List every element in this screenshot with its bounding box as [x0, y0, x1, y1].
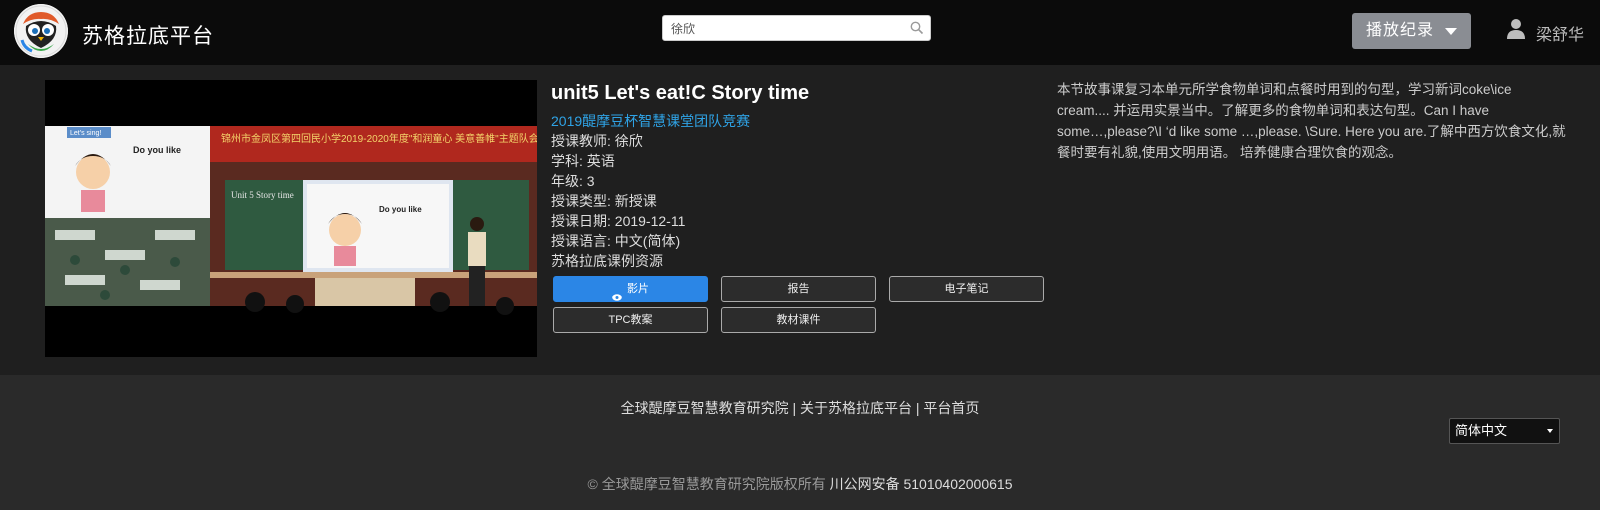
brand-title[interactable]: 苏格拉底平台	[82, 20, 214, 50]
language-select[interactable]: 简体中文	[1449, 418, 1560, 444]
search-icon[interactable]	[910, 21, 924, 35]
language-select-value: 简体中文	[1455, 423, 1508, 438]
footer-link-home[interactable]: 平台首页	[923, 400, 979, 416]
user-icon	[1506, 18, 1526, 40]
video-player[interactable]: Let's sing! Do you like 锦州市金凤区第四回民小学2019…	[45, 80, 537, 357]
meta-lesson-type: 授课类型: 新授课	[551, 193, 657, 209]
slide-tag: Let's sing!	[70, 130, 101, 137]
e-notes-button[interactable]: 电子笔记	[889, 276, 1044, 302]
eye-icon	[612, 286, 622, 301]
meta-resource: 苏格拉底课例资源	[551, 253, 663, 269]
caret-down-icon	[1445, 28, 1457, 35]
meta-grade: 年级: 3	[551, 173, 595, 189]
svg-text:Do you like: Do you like	[379, 205, 422, 214]
film-button-label: 影片	[627, 283, 649, 295]
courseware-button[interactable]: 教材课件	[721, 307, 876, 333]
meta-subject: 学科: 英语	[551, 153, 615, 169]
play-record-button[interactable]: 播放纪录	[1352, 13, 1471, 49]
user-name[interactable]: 梁舒华	[1536, 21, 1584, 45]
board-text: Unit 5 Story time	[231, 190, 294, 200]
top-navbar: 苏格拉底平台 播放纪录 梁舒华	[0, 0, 1600, 65]
courseware-button-label: 教材课件	[776, 314, 821, 326]
search-box[interactable]	[662, 15, 931, 41]
footer-links: 全球醍摩豆智慧教育研究院 | 关于苏格拉底平台 | 平台首页	[0, 398, 1600, 418]
event-link[interactable]: 2019醍摩豆杯智慧课堂团队竞赛	[551, 111, 750, 131]
meta-language: 授课语言: 中文(简体)	[551, 233, 681, 249]
meta-teacher: 授课教师: 徐欣	[551, 133, 643, 149]
film-button[interactable]: 影片	[553, 276, 708, 302]
lesson-description: 本节故事课复习本单元所学食物单词和点餐时用到的句型，学习新词coke\ice c…	[1057, 82, 1566, 160]
tpc-plan-button-label: TPC教案	[608, 314, 653, 326]
lesson-title: unit5 Let's eat!C Story time	[551, 82, 810, 104]
e-notes-button-label: 电子笔记	[944, 283, 989, 295]
icp-record-link[interactable]: 川公网安备 51010402000615	[830, 476, 1013, 492]
video-banner-text: 锦州市金凤区第四回民小学2019-2020年度"和润童心 美意善帷"主题队会	[221, 132, 537, 145]
footer-separator: |	[792, 400, 797, 416]
report-button[interactable]: 报告	[721, 276, 876, 302]
owl-logo-icon[interactable]	[14, 4, 68, 58]
footer-link-about[interactable]: 关于苏格拉底平台	[800, 400, 912, 416]
play-record-label: 播放纪录	[1366, 22, 1435, 39]
tpc-plan-button[interactable]: TPC教案	[553, 307, 708, 333]
footer-link-institute[interactable]: 全球醍摩豆智慧教育研究院	[621, 400, 789, 416]
footer-separator: |	[915, 400, 920, 416]
report-button-label: 报告	[787, 283, 810, 295]
caret-down-icon	[1547, 429, 1553, 433]
copyright-text: © 全球醍摩豆智慧教育研究院版权所有	[587, 476, 826, 492]
video-frame-thumbnail: Let's sing! Do you like 锦州市金凤区第四回民小学2019…	[45, 80, 537, 357]
search-input[interactable]	[669, 20, 903, 38]
slide-text: Do you like	[133, 145, 181, 155]
copyright-line: © 全球醍摩豆智慧教育研究院版权所有 川公网安备 51010402000615	[0, 474, 1600, 494]
meta-date: 授课日期: 2019-12-11	[551, 213, 686, 229]
